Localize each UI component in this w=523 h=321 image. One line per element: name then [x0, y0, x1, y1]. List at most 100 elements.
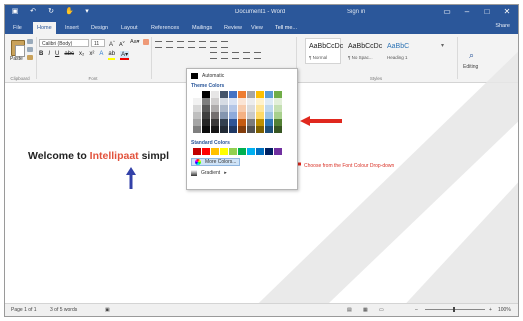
ribbon-tabs: File Home Insert Design Layout Reference… [5, 21, 518, 34]
change-case-icon[interactable]: Aa▾ [130, 39, 140, 45]
save-icon[interactable]: ▣ [11, 8, 19, 16]
zoom-out-icon[interactable]: – [415, 307, 418, 313]
zoom-slider-knob[interactable] [453, 307, 455, 312]
theme-color-swatch[interactable] [220, 126, 228, 133]
color-wheel-icon [195, 159, 201, 165]
document-title: Document1 - Word [235, 9, 286, 15]
tab-references[interactable]: References [151, 23, 179, 33]
document-text[interactable]: Welcome to Intellipaat simpl [28, 150, 169, 162]
theme-color-swatch[interactable] [193, 126, 201, 133]
zoom-level[interactable]: 100% [498, 307, 511, 313]
tab-design[interactable]: Design [91, 23, 108, 33]
redo-icon[interactable]: ↻ [47, 8, 55, 16]
font-size-select[interactable]: 11 [91, 39, 105, 47]
standard-color-swatch[interactable] [193, 148, 201, 155]
clear-formatting-icon[interactable] [143, 39, 149, 45]
sort-icon[interactable] [210, 41, 217, 48]
ribbon-display-icon[interactable]: ▭ [442, 7, 452, 17]
close-icon[interactable]: ✕ [502, 7, 512, 17]
tab-layout[interactable]: Layout [121, 23, 138, 33]
grow-font-icon[interactable]: A^ [109, 39, 115, 48]
subscript-icon[interactable]: x₂ [79, 51, 84, 60]
sign-in-link[interactable]: Sign in [347, 9, 365, 15]
touch-mode-icon[interactable]: ✋ [65, 8, 74, 16]
numbering-icon[interactable] [166, 41, 173, 48]
zoom-in-icon[interactable]: + [489, 307, 492, 313]
theme-color-swatch[interactable] [193, 119, 201, 126]
decrease-indent-icon[interactable] [188, 41, 195, 48]
page-count[interactable]: Page 1 of 1 [11, 307, 37, 313]
theme-color-swatch[interactable] [220, 105, 228, 112]
highlight-icon[interactable]: ab [108, 51, 116, 60]
italic-icon[interactable]: I [48, 51, 50, 60]
theme-color-swatch[interactable] [193, 105, 201, 112]
standard-color-swatch[interactable] [220, 148, 228, 155]
theme-color-swatch[interactable] [220, 112, 228, 119]
font-name-select[interactable]: Calibri (Body) [39, 39, 89, 47]
undo-icon[interactable]: ↶ [29, 8, 37, 16]
tab-insert[interactable]: Insert [65, 23, 79, 33]
customize-qat-icon[interactable]: ▾ [83, 8, 91, 16]
bullets-icon[interactable] [155, 41, 162, 48]
theme-color-swatch[interactable] [220, 98, 228, 105]
superscript-icon[interactable]: x² [89, 51, 94, 60]
theme-color-swatch[interactable] [211, 112, 219, 119]
theme-color-swatch[interactable] [211, 105, 219, 112]
increase-indent-icon[interactable] [199, 41, 206, 48]
proofing-icon[interactable]: ▣ [105, 307, 110, 313]
watermark-logo [245, 51, 518, 316]
paste-icon[interactable] [11, 40, 25, 57]
show-marks-icon[interactable] [221, 41, 228, 48]
web-layout-icon[interactable]: ▭ [379, 307, 384, 313]
zoom-slider[interactable] [425, 309, 485, 310]
tell-me-box[interactable]: Tell me... [275, 23, 297, 33]
theme-color-swatch[interactable] [193, 98, 201, 105]
tab-review[interactable]: Review [224, 23, 242, 33]
underline-icon[interactable]: U [55, 51, 59, 60]
tab-view[interactable]: View [251, 23, 263, 33]
tab-mailings[interactable]: Mailings [192, 23, 212, 33]
read-mode-icon[interactable]: ▤ [347, 307, 352, 313]
bold-icon[interactable]: B [39, 51, 43, 60]
theme-color-swatch[interactable] [202, 91, 210, 98]
text-effects-icon[interactable]: A [99, 51, 103, 60]
standard-color-swatch[interactable] [202, 148, 210, 155]
font-color-button[interactable]: A▾ [120, 51, 130, 60]
theme-color-swatch[interactable] [202, 119, 210, 126]
theme-color-swatch[interactable] [193, 91, 201, 98]
maximize-icon[interactable]: □ [482, 7, 492, 17]
minimize-icon[interactable]: – [462, 7, 472, 17]
theme-color-swatch[interactable] [202, 112, 210, 119]
theme-color-swatch[interactable] [193, 112, 201, 119]
automatic-color-option[interactable]: Automatic [191, 72, 224, 80]
theme-color-swatch[interactable] [202, 105, 210, 112]
clipboard-group-label: Clipboard [10, 76, 30, 81]
gradient-item[interactable]: Gradient ▸ [191, 170, 227, 176]
align-center-icon[interactable] [221, 52, 228, 59]
font-group-label: Font [88, 76, 98, 81]
standard-color-swatch[interactable] [211, 148, 219, 155]
format-painter-icon[interactable] [27, 55, 33, 60]
gradient-icon [191, 170, 197, 176]
shrink-font-icon[interactable]: Av [119, 39, 125, 48]
theme-color-swatch[interactable] [220, 119, 228, 126]
theme-color-swatch[interactable] [202, 98, 210, 105]
print-layout-icon[interactable]: ▦ [363, 307, 368, 313]
paste-button-label[interactable]: Paste [10, 56, 23, 62]
copy-icon[interactable] [27, 47, 33, 52]
tab-home[interactable]: Home [33, 22, 56, 34]
theme-color-swatch[interactable] [211, 98, 219, 105]
theme-color-swatch[interactable] [211, 119, 219, 126]
multilevel-list-icon[interactable] [177, 41, 184, 48]
theme-color-swatch[interactable] [202, 126, 210, 133]
tab-file[interactable]: File [13, 23, 22, 33]
word-count[interactable]: 3 of 5 words [50, 307, 77, 313]
align-left-icon[interactable] [210, 52, 217, 59]
share-button[interactable]: Share [495, 23, 510, 29]
theme-color-swatch[interactable] [211, 126, 219, 133]
theme-color-swatch[interactable] [211, 91, 219, 98]
more-colors-item[interactable]: More Colors... [191, 158, 241, 166]
strikethrough-icon[interactable]: abc [64, 51, 74, 60]
cut-icon[interactable] [27, 39, 33, 44]
theme-color-swatch[interactable] [220, 91, 228, 98]
